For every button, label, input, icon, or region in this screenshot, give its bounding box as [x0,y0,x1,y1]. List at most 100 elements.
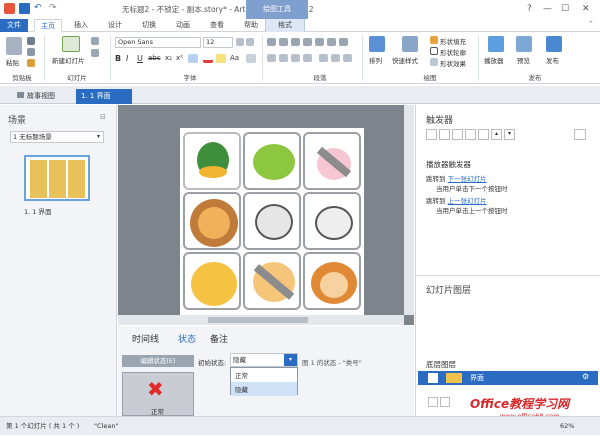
new-slide-icon[interactable] [62,36,80,52]
strikethrough-icon[interactable]: abc [148,54,161,63]
tab-timeline[interactable]: 时间线 [132,332,159,345]
undo-icon[interactable]: ↶ [34,3,45,14]
align-text-icon[interactable] [339,38,348,46]
variables-icon[interactable] [574,129,586,140]
text-direction-icon[interactable] [327,38,336,46]
subscript-icon[interactable]: x₂ [165,54,174,63]
help-icon[interactable]: ? [527,4,532,14]
copy-icon[interactable] [27,48,35,56]
clear-format-icon[interactable] [246,54,256,63]
superscript-icon[interactable]: x² [176,54,185,63]
decrease-indent-icon[interactable] [291,38,300,46]
underline-icon[interactable]: U [137,54,145,63]
tab-home[interactable]: 主页 [34,19,62,32]
tab-notes[interactable]: 备注 [210,332,228,345]
tiger-image[interactable] [183,252,241,310]
align-right-icon[interactable] [291,54,300,62]
shape-fill-button[interactable]: 形状填充 [440,36,466,46]
move-up-icon[interactable]: ▴ [491,129,502,140]
shape-outline-icon[interactable] [430,47,438,55]
align-bottom-icon[interactable] [343,54,352,62]
new-layer-icon[interactable] [428,397,438,407]
increase-indent-icon[interactable] [303,38,312,46]
numbering-icon[interactable] [279,38,288,46]
shape-fill-icon[interactable] [430,36,438,44]
current-slide-tab[interactable]: 1. 1 界面 [76,89,132,104]
save-icon[interactable] [19,3,30,14]
new-trigger-icon[interactable] [426,129,437,140]
delete-trigger-icon[interactable] [478,129,489,140]
minimize-icon[interactable]: — [543,4,552,14]
slide-layout-icon[interactable] [91,37,99,45]
tab-format[interactable]: 格式 [265,19,305,32]
tab-file[interactable]: 文件 [0,19,28,32]
cat-image[interactable] [243,252,301,310]
grow-font-icon[interactable] [236,38,244,46]
edit-trigger-icon[interactable] [439,129,450,140]
new-slide-button[interactable]: 新建幻灯片 [52,55,85,65]
arrange-icon[interactable] [369,36,385,52]
base-layer-row[interactable]: 界面 ⚙ [418,371,598,385]
cut-icon[interactable] [27,37,35,45]
align-top-icon[interactable] [319,54,328,62]
scene-dropdown[interactable]: 1 无标题场景 ▾ [10,131,104,143]
next-slide-link[interactable]: 下一张幻灯片 [448,175,487,183]
player-icon[interactable] [488,36,504,52]
justify-icon[interactable] [303,54,312,62]
paste-button[interactable]: 粘贴 [6,57,19,67]
trigger-prev[interactable]: 跳转到 上一张幻灯片 [426,195,487,205]
align-center-icon[interactable] [279,54,288,62]
visibility-checkbox[interactable] [428,373,438,383]
gear-icon[interactable]: ⚙ [582,372,589,381]
bold-icon[interactable]: B [115,54,123,63]
state-thumbnail[interactable]: ✖ 正常 [122,372,194,416]
preview-button[interactable]: 预览 [517,55,530,65]
collapse-ribbon-icon[interactable]: ⌃ [588,20,594,28]
highlight-color-icon[interactable] [216,54,226,63]
publish-button[interactable]: 发布 [546,55,559,65]
scrollbar-thumb[interactable] [208,317,308,323]
tab-states[interactable]: 状态 [178,332,196,345]
redo-icon[interactable]: ↷ [49,3,60,14]
italic-icon[interactable]: I [126,54,134,63]
format-painter-icon[interactable] [27,59,35,67]
trigger-next[interactable]: 跳转到 下一张幻灯片 [426,173,487,183]
bullets-icon[interactable] [267,38,276,46]
tab-view[interactable]: 查看 [203,19,231,32]
edit-states-button[interactable]: 编辑状态(E) [122,355,194,367]
shape-outline-button[interactable]: 形状轮廓 [440,47,466,57]
change-case-icon[interactable]: Aa [230,54,242,63]
duplicate-slide-icon[interactable] [91,49,99,57]
tab-insert[interactable]: 插入 [67,19,95,32]
story-view-tab[interactable]: 故事视图 [12,89,60,104]
frog-image[interactable] [243,132,301,190]
publish-icon[interactable] [546,36,562,52]
tab-design[interactable]: 设计 [101,19,129,32]
player-button[interactable]: 播放器 [484,55,504,65]
zoom-level[interactable]: 62% [560,417,574,436]
tab-animations[interactable]: 动画 [169,19,197,32]
font-name-select[interactable]: Open Sans [115,37,201,48]
horizontal-scrollbar[interactable] [118,315,404,325]
monkey-image[interactable] [303,252,361,310]
tab-help[interactable]: 帮助 [237,19,265,32]
line-spacing-icon[interactable] [315,38,324,46]
quick-styles-button[interactable]: 快速样式 [392,55,418,65]
slide-thumbnail[interactable] [24,155,90,201]
pin-icon[interactable]: ⊟ [100,113,106,121]
shape-effects-button[interactable]: 形状效果 [440,58,466,68]
tab-transitions[interactable]: 切换 [135,19,163,32]
cow-image[interactable] [303,192,361,250]
duplicate-layer-icon[interactable] [440,397,450,407]
quick-styles-icon[interactable] [402,36,418,52]
move-down-icon[interactable]: ▾ [504,129,515,140]
dropdown-option-hidden[interactable]: 隐藏 [231,382,297,396]
lion-image[interactable] [183,192,241,250]
paste-trigger-icon[interactable] [465,129,476,140]
text-highlight-icon[interactable] [188,54,198,63]
dog-image[interactable] [243,192,301,250]
shrink-font-icon[interactable] [246,38,254,46]
copy-trigger-icon[interactable] [452,129,463,140]
shape-effects-icon[interactable] [430,58,438,66]
close-icon[interactable]: ✕ [582,4,590,14]
